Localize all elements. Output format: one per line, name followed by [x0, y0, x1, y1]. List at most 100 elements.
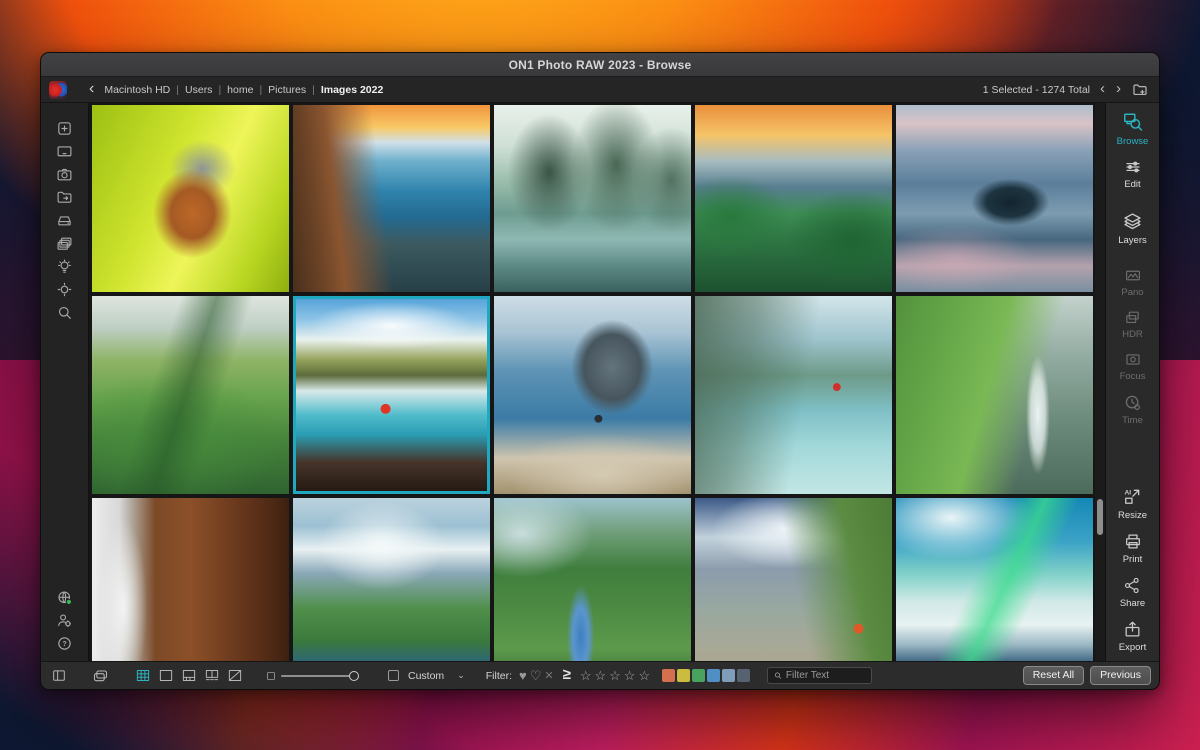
disliked-filter-icon[interactable]: ✕	[544, 669, 553, 682]
help-icon[interactable]: ?	[53, 632, 77, 655]
breadcrumb-segment[interactable]: home	[227, 84, 253, 96]
albums-icon[interactable]	[53, 232, 77, 255]
photo-thumbnail-10[interactable]	[896, 296, 1093, 494]
color-swatch-c9bc3f[interactable]	[677, 669, 690, 682]
smart-organize-icon[interactable]	[53, 255, 77, 278]
photo-thumbnail-12[interactable]	[293, 498, 490, 661]
title-bar[interactable]: ON1 Photo RAW 2023 - Browse	[41, 53, 1159, 77]
map-places-icon[interactable]	[53, 278, 77, 301]
photo-thumbnail-4[interactable]	[695, 105, 892, 292]
breadcrumb-back-chevron-icon[interactable]: ‹	[89, 81, 94, 97]
dual-display-icon[interactable]	[90, 667, 110, 685]
breadcrumb: Macintosh HD|Users|home|Pictures|Images …	[104, 84, 383, 96]
sort-select-label[interactable]: Custom	[408, 670, 444, 682]
photo-thumbnail-13[interactable]	[494, 498, 691, 661]
share-icon	[1123, 576, 1141, 595]
header-right-group: 1 Selected - 1274 Total ‹ ›	[983, 81, 1149, 98]
slider-thumb[interactable]	[349, 671, 359, 681]
custom-sort-checkbox[interactable]	[388, 670, 399, 681]
camera-import-icon[interactable]	[53, 163, 77, 186]
color-swatch-7f9cb8[interactable]	[722, 669, 735, 682]
local-drive-icon[interactable]	[53, 209, 77, 232]
star-rating-filter: ☆☆☆☆☆	[580, 668, 651, 684]
module-hdr[interactable]: HDR	[1122, 309, 1143, 340]
module-pano[interactable]: Pano	[1121, 267, 1143, 298]
search-icon[interactable]	[53, 301, 77, 324]
module-selector: Browse Edit Layers Pano HDR Foc	[1105, 103, 1159, 661]
color-swatch-49a25e[interactable]	[692, 669, 705, 682]
photo-thumbnail-11[interactable]	[92, 498, 289, 661]
photo-thumbnail-14[interactable]	[695, 498, 892, 661]
liked-filter-icon[interactable]: ♥	[519, 668, 527, 683]
filter-search-icon	[774, 671, 782, 680]
detail-view-icon[interactable]	[225, 667, 245, 685]
color-swatch-d4704f[interactable]	[662, 669, 675, 682]
star-icon[interactable]: ☆	[580, 668, 593, 684]
focus-icon	[1123, 351, 1143, 368]
filter-text-input[interactable]	[786, 670, 865, 681]
module-share[interactable]: Share	[1120, 576, 1145, 609]
selection-status: 1 Selected - 1274 Total	[983, 84, 1090, 96]
module-browse[interactable]: Browse	[1117, 111, 1149, 147]
module-layers[interactable]: Layers	[1118, 211, 1147, 246]
cataloged-folder-icon[interactable]	[53, 186, 77, 209]
layers-icon	[1122, 211, 1143, 232]
pano-icon	[1123, 267, 1143, 284]
this-computer-icon[interactable]	[53, 140, 77, 163]
module-time[interactable]: Time	[1122, 393, 1143, 426]
breadcrumb-separator: |	[218, 84, 221, 96]
photo-thumbnail-15[interactable]	[896, 498, 1093, 661]
photo-thumbnail-6[interactable]	[92, 296, 289, 494]
photo-thumbnail-5[interactable]	[896, 105, 1093, 292]
star-icon[interactable]: ☆	[624, 668, 637, 684]
breadcrumb-separator: |	[312, 84, 315, 96]
on1-app-logo-icon	[49, 81, 67, 99]
breadcrumb-segment[interactable]: Pictures	[268, 84, 306, 96]
breadcrumb-segment[interactable]: Users	[185, 84, 212, 96]
photo-thumbnail-3[interactable]	[494, 105, 691, 292]
breadcrumb-separator: |	[176, 84, 179, 96]
slider-track[interactable]	[281, 675, 355, 677]
export-icon	[1123, 620, 1142, 639]
next-photo-chevron-icon[interactable]: ›	[1115, 81, 1122, 98]
breadcrumb-segment[interactable]: Images 2022	[321, 84, 383, 96]
like-filter-group: ♥ ♡ ✕	[519, 668, 554, 684]
photo-thumbnail-9[interactable]	[695, 296, 892, 494]
breadcrumb-segment[interactable]: Macintosh HD	[104, 84, 170, 96]
filmstrip-view-icon[interactable]	[179, 667, 199, 685]
reset-all-button[interactable]: Reset All	[1023, 666, 1084, 685]
photo-thumbnail-1[interactable]	[92, 105, 289, 292]
grid-scrollbar[interactable]	[1095, 103, 1105, 661]
compare-view-icon[interactable]	[202, 667, 222, 685]
photo-thumbnail-7[interactable]	[293, 296, 490, 494]
photo-view-icon[interactable]	[156, 667, 176, 685]
thumbnail-size-slider[interactable]	[266, 671, 355, 681]
color-swatch-566270[interactable]	[737, 669, 750, 682]
not-set-filter-icon[interactable]: ♡	[530, 668, 542, 684]
color-swatch-4f8fc4[interactable]	[707, 669, 720, 682]
star-icon[interactable]: ☆	[638, 668, 651, 684]
grid-scrollbar-thumb[interactable]	[1097, 499, 1103, 535]
module-edit[interactable]: Edit	[1123, 158, 1143, 190]
previous-photo-chevron-icon[interactable]: ‹	[1099, 81, 1106, 98]
rating-comparison-toggle[interactable]: ≥	[563, 666, 571, 683]
filter-text-box[interactable]	[767, 667, 872, 684]
add-folder-icon[interactable]	[1131, 82, 1149, 98]
add-source-icon[interactable]	[53, 117, 77, 140]
grid-view-icon[interactable]	[133, 667, 153, 685]
module-resize[interactable]: AI Resize	[1118, 487, 1147, 521]
star-icon[interactable]: ☆	[594, 668, 607, 684]
previous-button[interactable]: Previous	[1090, 666, 1151, 685]
sort-dropdown-chevron-icon[interactable]: ⌄	[457, 670, 465, 681]
account-settings-icon[interactable]	[53, 609, 77, 632]
photo-thumbnail-8[interactable]	[494, 296, 691, 494]
module-export[interactable]: Export	[1119, 620, 1146, 653]
time-icon	[1123, 393, 1142, 412]
browse-icon	[1122, 111, 1144, 133]
star-icon[interactable]: ☆	[609, 668, 622, 684]
module-focus[interactable]: Focus	[1120, 351, 1146, 382]
module-print[interactable]: Print	[1123, 532, 1143, 565]
toggle-browse-panel-icon[interactable]	[49, 667, 69, 685]
photo-thumbnail-2[interactable]	[293, 105, 490, 292]
sync-status-icon[interactable]	[53, 586, 77, 609]
